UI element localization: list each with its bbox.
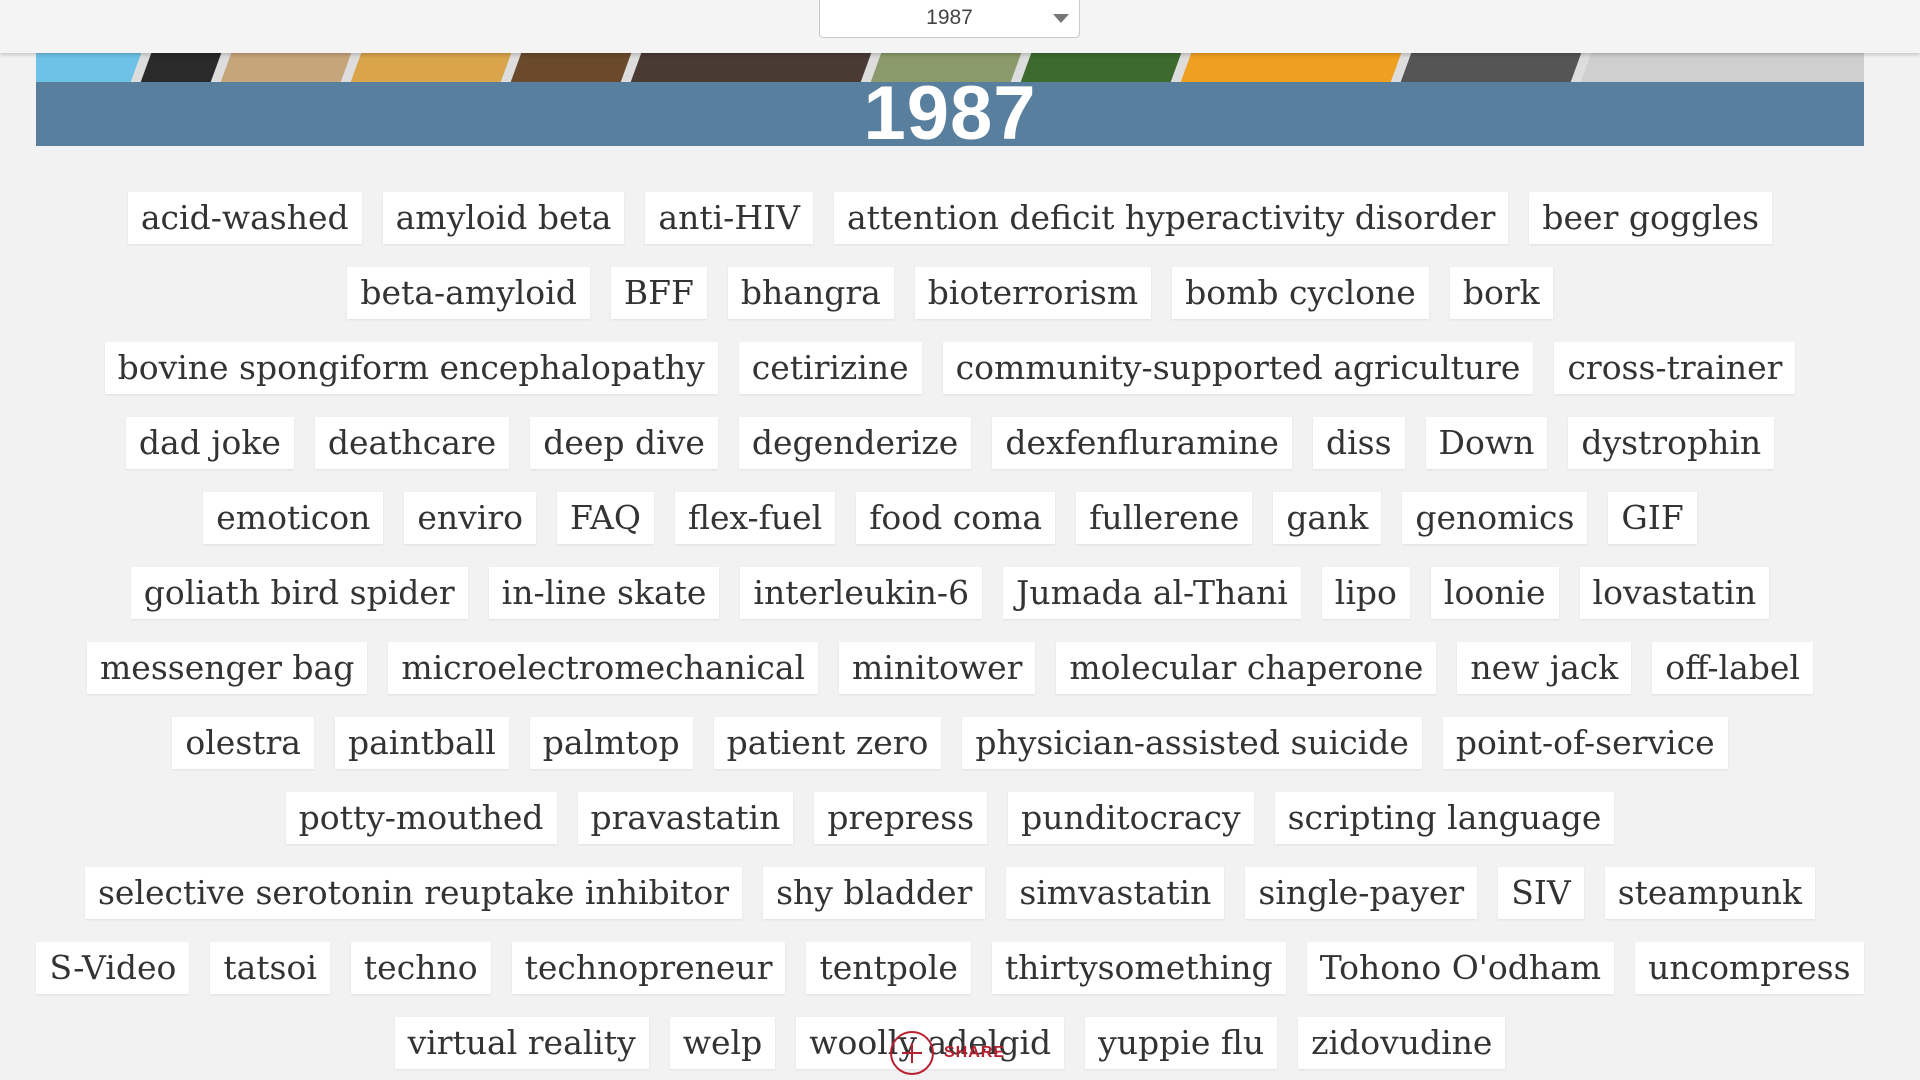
word-link[interactable]: Down xyxy=(1425,417,1548,469)
share-label: SHARE xyxy=(944,1044,1006,1061)
word-link[interactable]: bork xyxy=(1449,267,1553,319)
word-list: acid-washed amyloid beta anti-HIV attention… xyxy=(36,192,1864,1069)
word-link[interactable]: in-line skate xyxy=(488,567,720,619)
word-link[interactable]: molecular chaperone xyxy=(1056,642,1437,694)
word-link[interactable]: cetirizine xyxy=(738,342,922,394)
year-banner: 1987 xyxy=(36,82,1864,146)
word-link[interactable]: techno xyxy=(350,942,491,994)
word-link[interactable]: beta-amyloid xyxy=(347,267,590,319)
word-link[interactable]: potty-mouthed xyxy=(285,792,557,844)
word-link[interactable]: FAQ xyxy=(557,492,654,544)
word-link[interactable]: off-label xyxy=(1652,642,1813,694)
word-link[interactable]: olestra xyxy=(172,717,314,769)
word-link[interactable]: dexfenfluramine xyxy=(992,417,1292,469)
word-link[interactable]: cross-trainer xyxy=(1554,342,1796,394)
word-link[interactable]: dystrophin xyxy=(1568,417,1775,469)
word-link[interactable]: anti-HIV xyxy=(645,192,813,244)
chevron-down-icon[interactable] xyxy=(1053,14,1069,23)
word-link[interactable]: uncompress xyxy=(1635,942,1864,994)
word-link[interactable]: shy bladder xyxy=(763,867,986,919)
word-link[interactable]: welp xyxy=(669,1017,776,1069)
word-link[interactable]: interleukin-6 xyxy=(740,567,983,619)
word-link[interactable]: loonie xyxy=(1430,567,1559,619)
word-link[interactable]: enviro xyxy=(404,492,537,544)
word-link[interactable]: patient zero xyxy=(713,717,942,769)
header-photo-collage xyxy=(36,53,1864,82)
word-link[interactable]: tatsoi xyxy=(210,942,330,994)
word-link[interactable]: steampunk xyxy=(1604,867,1816,919)
word-link[interactable]: palmtop xyxy=(529,717,693,769)
word-link[interactable]: prepress xyxy=(814,792,988,844)
year-heading: 1987 xyxy=(863,82,1037,146)
word-link[interactable]: technopreneur xyxy=(511,942,786,994)
word-link[interactable]: punditocracy xyxy=(1008,792,1254,844)
word-link[interactable]: emoticon xyxy=(203,492,384,544)
word-link[interactable]: genomics xyxy=(1402,492,1588,544)
word-link[interactable]: dad joke xyxy=(125,417,294,469)
word-link[interactable]: gank xyxy=(1273,492,1382,544)
word-link[interactable]: GIF xyxy=(1608,492,1697,544)
word-link[interactable]: amyloid beta xyxy=(382,192,625,244)
word-link[interactable]: community-supported agriculture xyxy=(942,342,1534,394)
word-link[interactable]: zidovudine xyxy=(1298,1017,1506,1069)
word-link[interactable]: degenderize xyxy=(738,417,972,469)
year-dropdown[interactable]: 1987 xyxy=(819,0,1080,38)
word-link[interactable]: microelectromechanical xyxy=(388,642,819,694)
word-link[interactable]: simvastatin xyxy=(1006,867,1225,919)
word-link[interactable]: yuppie flu xyxy=(1085,1017,1278,1069)
word-link[interactable]: bhangra xyxy=(727,267,894,319)
word-link[interactable]: scripting language xyxy=(1274,792,1615,844)
word-link[interactable]: point-of-service xyxy=(1442,717,1728,769)
word-link[interactable]: virtual reality xyxy=(394,1017,649,1069)
word-link[interactable]: BFF xyxy=(610,267,707,319)
top-bar: 1987 xyxy=(0,0,1920,53)
word-link[interactable]: Tohono O'odham xyxy=(1306,942,1615,994)
word-link[interactable]: goliath bird spider xyxy=(130,567,468,619)
word-link[interactable]: attention deficit hyperactivity disorder xyxy=(833,192,1509,244)
word-link[interactable]: minitower xyxy=(839,642,1036,694)
year-dropdown-value: 1987 xyxy=(926,6,973,29)
share-button[interactable]: SHARE xyxy=(890,1028,1005,1078)
word-link[interactable]: pravastatin xyxy=(577,792,794,844)
word-link[interactable]: SIV xyxy=(1498,867,1584,919)
word-link[interactable]: messenger bag xyxy=(87,642,368,694)
word-link[interactable]: bomb cyclone xyxy=(1172,267,1429,319)
word-link[interactable]: S-Video xyxy=(36,942,190,994)
word-link[interactable]: tentpole xyxy=(806,942,971,994)
word-link[interactable]: deep dive xyxy=(530,417,718,469)
word-link[interactable]: diss xyxy=(1312,417,1405,469)
word-link[interactable]: thirtysomething xyxy=(991,942,1286,994)
word-link[interactable]: beer goggles xyxy=(1529,192,1773,244)
word-link[interactable]: single-payer xyxy=(1245,867,1478,919)
word-link[interactable]: Jumada al-Thani xyxy=(1003,567,1301,619)
word-link[interactable]: new jack xyxy=(1457,642,1632,694)
word-link[interactable]: flex-fuel xyxy=(674,492,836,544)
word-link[interactable]: food coma xyxy=(856,492,1056,544)
word-link[interactable]: bovine spongiform encephalopathy xyxy=(104,342,718,394)
word-link[interactable]: physician-assisted suicide xyxy=(962,717,1422,769)
word-link[interactable]: lipo xyxy=(1321,567,1410,619)
word-link[interactable]: bioterrorism xyxy=(914,267,1152,319)
word-link[interactable]: paintball xyxy=(334,717,509,769)
word-link[interactable]: acid-washed xyxy=(127,192,362,244)
word-link[interactable]: deathcare xyxy=(314,417,510,469)
word-link[interactable]: fullerene xyxy=(1076,492,1253,544)
word-link[interactable]: selective serotonin reuptake inhibitor xyxy=(84,867,743,919)
word-link[interactable]: lovastatin xyxy=(1579,567,1770,619)
plus-circle-icon xyxy=(890,1031,934,1075)
